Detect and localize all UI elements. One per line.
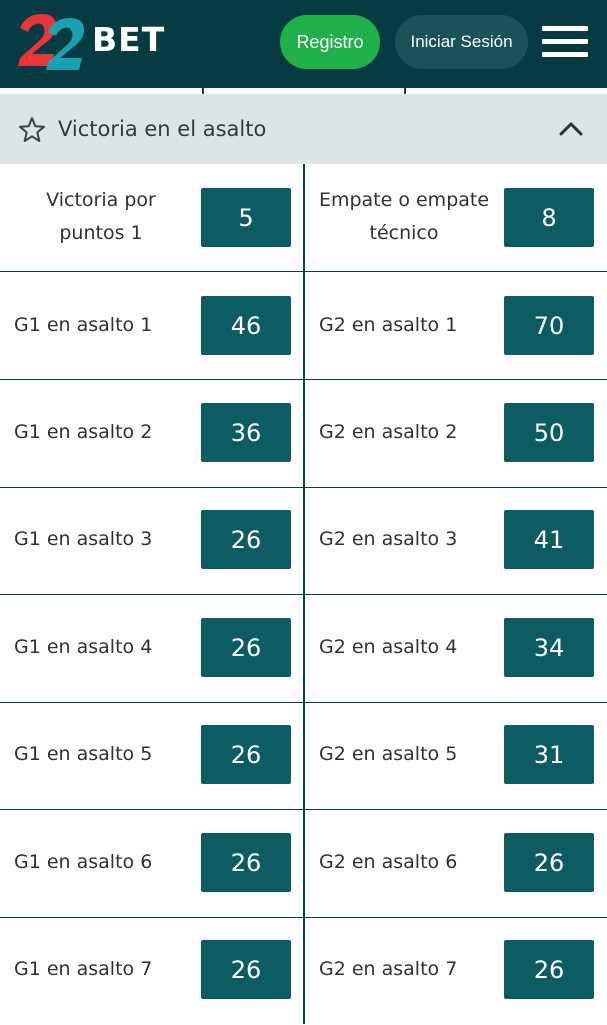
market-label: Victoria por puntos 1 xyxy=(46,189,156,244)
odds-grid: Victoria por puntos 1 5 Empate o empate … xyxy=(0,164,607,1024)
market-row: G1 en asalto 1 46 G2 en asalto 1 70 xyxy=(0,272,607,380)
odd-button[interactable]: 5 xyxy=(201,188,291,247)
market-row: G1 en asalto 2 36 G2 en asalto 2 50 xyxy=(0,380,607,488)
odd-button[interactable]: 26 xyxy=(201,510,291,569)
top-header: BET Registro Iniciar Sesión xyxy=(0,0,607,88)
market-row: G1 en asalto 3 26 G2 en asalto 3 41 xyxy=(0,487,607,595)
odd-button[interactable]: 26 xyxy=(201,833,291,892)
section-title: Victoria en el asalto xyxy=(58,117,267,141)
market-label: G2 en asalto 4 xyxy=(319,636,458,658)
odd-button[interactable]: 26 xyxy=(201,618,291,677)
market-label: G1 en asalto 3 xyxy=(14,528,153,550)
register-button[interactable]: Registro xyxy=(280,15,380,69)
odd-button[interactable]: 26 xyxy=(201,725,291,784)
market-label: G1 en asalto 4 xyxy=(14,636,153,658)
brand-logo[interactable]: BET xyxy=(16,10,181,70)
market-label: G2 en asalto 2 xyxy=(319,421,458,443)
star-icon[interactable] xyxy=(18,116,46,144)
odd-button[interactable]: 50 xyxy=(504,403,594,462)
odd-button[interactable]: 26 xyxy=(201,940,291,999)
market-label: G1 en asalto 5 xyxy=(14,743,153,765)
market-label: Empate o empate técnico xyxy=(318,189,490,244)
market-row: G1 en asalto 5 26 G2 en asalto 5 31 xyxy=(0,702,607,810)
market-label: G1 en asalto 6 xyxy=(14,851,153,873)
market-row: G1 en asalto 7 26 G2 en asalto 7 26 xyxy=(0,917,607,1025)
odd-button[interactable]: 26 xyxy=(504,940,594,999)
odd-button[interactable]: 34 xyxy=(504,618,594,677)
market-row: Victoria por puntos 1 5 Empate o empate … xyxy=(0,164,607,272)
market-label: G2 en asalto 3 xyxy=(319,528,458,550)
market-row: G1 en asalto 6 26 G2 en asalto 6 26 xyxy=(0,810,607,918)
market-label: G1 en asalto 1 xyxy=(14,314,153,336)
odd-button[interactable]: 41 xyxy=(504,510,594,569)
market-label: G2 en asalto 7 xyxy=(319,958,458,980)
market-label: G1 en asalto 2 xyxy=(14,421,153,443)
odd-button[interactable]: 46 xyxy=(201,296,291,355)
chevron-up-icon[interactable] xyxy=(556,114,586,144)
odd-button[interactable]: 26 xyxy=(504,833,594,892)
market-label: G2 en asalto 5 xyxy=(319,743,458,765)
market-row: G1 en asalto 4 26 G2 en asalto 4 34 xyxy=(0,595,607,703)
market-section-header[interactable]: Victoria en el asalto xyxy=(0,94,607,164)
market-label: G1 en asalto 7 xyxy=(14,958,153,980)
odd-button[interactable]: 70 xyxy=(504,296,594,355)
market-label: G2 en asalto 6 xyxy=(319,851,458,873)
hamburger-menu-icon[interactable] xyxy=(542,24,590,60)
market-label: G2 en asalto 1 xyxy=(319,314,458,336)
odd-button[interactable]: 31 xyxy=(504,725,594,784)
odd-button[interactable]: 36 xyxy=(201,403,291,462)
logo-text: BET xyxy=(92,20,166,59)
login-button[interactable]: Iniciar Sesión xyxy=(395,15,528,69)
odd-button[interactable]: 8 xyxy=(504,188,594,247)
